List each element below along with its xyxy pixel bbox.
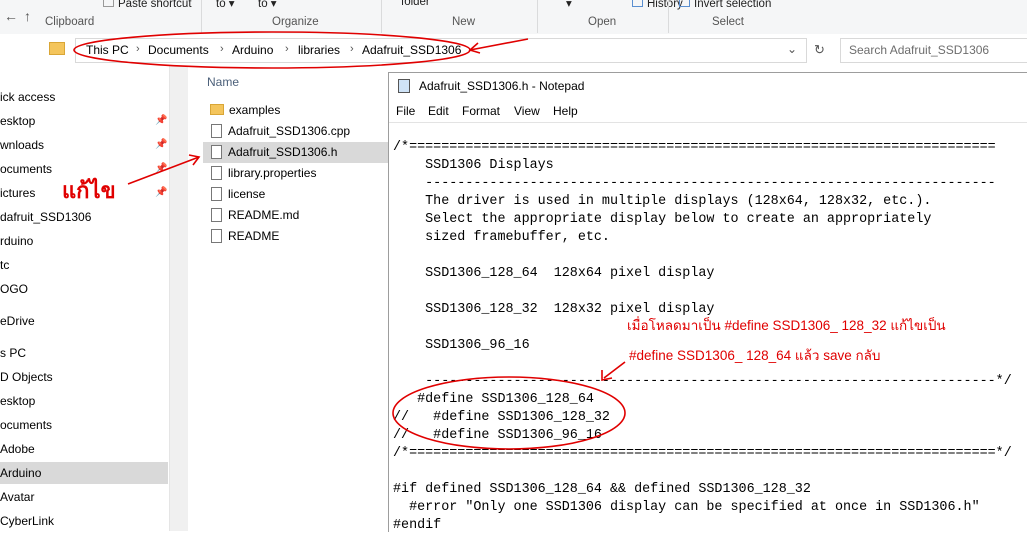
note-arrow [603, 361, 626, 379]
edit-annotation: แก้ไข [62, 178, 116, 203]
annotation-overlay [73, 31, 626, 450]
note-annotation-line2: #define SSD1306_ 128_64 แล้ว save กลับ [629, 348, 881, 363]
note-annotation-line1: เมื่อโหลดมาเป็น #define SSD1306_ 128_32 … [627, 318, 946, 333]
edit-arrow [127, 156, 200, 185]
breadcrumb-highlight-ellipse [73, 31, 471, 69]
define-highlight-ellipse [392, 376, 626, 450]
breadcrumb-arrow [469, 38, 529, 51]
